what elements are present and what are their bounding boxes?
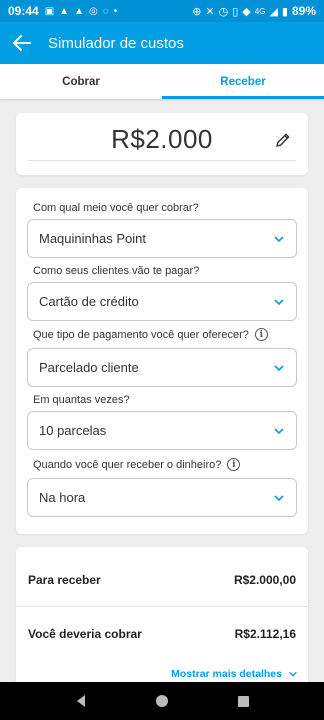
charge-row: Você deveria cobrar R$2.112,16 [28, 627, 296, 641]
chevron-down-icon [274, 428, 284, 435]
question-label: Em quantas vezes? [33, 394, 130, 406]
chevron-down-icon [274, 299, 284, 306]
amount-card: R$2.000 [16, 113, 308, 175]
alarm-icon: ◷ [218, 5, 229, 18]
tab-bar: Cobrar Receber [0, 64, 324, 99]
question-receive-time: Quando você quer receber o dinheiro? i [33, 458, 241, 471]
receive-row: Para receber R$2.000,00 [28, 573, 296, 587]
question-client-payment: Como seus clientes vão te pagar? [33, 265, 199, 277]
sync-icon: ⊕ [192, 5, 202, 18]
status-bar: 09:44 ▣ ▲ ▲ ◎ ◌ • ⊕ ✕ ◷ ▯ ◆ 4G ◢ ▮ 89% [0, 0, 324, 22]
instagram-icon: ◎ [88, 5, 98, 17]
divider [16, 606, 308, 607]
tab-receber[interactable]: Receber [162, 64, 324, 99]
back-button[interactable] [0, 22, 44, 64]
mute-icon: ✕ [205, 5, 215, 18]
show-more-label: Mostrar mais detalhes [171, 668, 282, 680]
triangle-back-icon [76, 695, 85, 707]
show-more-details-link[interactable]: Mostrar mais detalhes [171, 668, 298, 680]
dot-icon: • [113, 5, 118, 17]
info-icon[interactable]: i [227, 458, 241, 471]
battery-level: 89% [291, 4, 316, 18]
summary-card: Para receber R$2.000,00 Você deveria cob… [16, 547, 308, 687]
question-label: Como seus clientes vão te pagar? [33, 265, 200, 277]
amount-value: R$2.000 [111, 124, 213, 154]
question-label: Quando você quer receber o dinheiro? [33, 458, 222, 471]
arrow-left-icon [13, 35, 31, 51]
page-title: Simulador de custos [48, 34, 184, 52]
select-value: Maquininhas Point [39, 231, 146, 246]
info-icon[interactable]: i [254, 328, 268, 341]
nav-back-button[interactable] [61, 682, 101, 720]
question-installments: Em quantas vezes? [33, 394, 130, 406]
charge-label: Você deveria cobrar [28, 627, 142, 641]
square-recents-icon [237, 695, 249, 707]
question-payment-method: Com qual meio você quer cobrar? [33, 202, 199, 214]
select-value: Cartão de crédito [39, 294, 139, 309]
app-bar: Simulador de custos [0, 22, 324, 64]
warning-icon: ▲ [74, 5, 84, 17]
nav-home-button[interactable] [142, 682, 182, 720]
pencil-icon[interactable] [274, 131, 292, 149]
status-time: 09:44 [8, 4, 39, 18]
image-icon: ▣ [44, 5, 55, 17]
notification-icons: ▣ ▲ ▲ ◎ ◌ • [45, 6, 117, 17]
select-value: 10 parcelas [39, 423, 107, 438]
question-label: Com qual meio você quer cobrar? [33, 202, 199, 214]
battery-icon: ▮ [281, 5, 288, 18]
installments-select[interactable]: 10 parcelas [27, 411, 297, 450]
vibrate-icon: ▯ [232, 5, 239, 18]
chevron-down-icon [274, 495, 284, 502]
circle-home-icon [155, 695, 168, 707]
whatsapp-icon: ◌ [102, 5, 109, 17]
wifi-icon: ◆ [242, 5, 251, 18]
payment-type-select[interactable]: Parcelado cliente [27, 348, 297, 387]
question-label: Que tipo de pagamento você quer oferecer… [33, 328, 249, 341]
payment-options-card: Com qual meio você quer cobrar? Maquinin… [16, 188, 308, 534]
receive-label: Para receber [28, 573, 101, 587]
select-value: Na hora [39, 490, 86, 505]
amount-field[interactable]: R$2.000 [28, 119, 296, 161]
network-label: 4G [254, 6, 266, 16]
status-right: ⊕ ✕ ◷ ▯ ◆ 4G ◢ ▮ 89% [192, 4, 316, 18]
signal-icon: ◢ [269, 5, 278, 18]
payment-method-select[interactable]: Maquininhas Point [27, 219, 297, 258]
receive-time-select[interactable]: Na hora [27, 478, 297, 517]
receive-value: R$2.000,00 [233, 573, 296, 587]
chevron-down-icon [274, 236, 284, 243]
chevron-down-icon [274, 365, 284, 372]
system-nav-bar [0, 682, 324, 720]
nav-recents-button[interactable] [223, 682, 263, 720]
alert-icon: ▲ [59, 5, 70, 17]
question-payment-type: Que tipo de pagamento você quer oferecer… [33, 328, 268, 341]
tab-cobrar[interactable]: Cobrar [0, 64, 162, 99]
client-payment-select[interactable]: Cartão de crédito [27, 282, 297, 321]
chevron-down-icon [289, 671, 297, 677]
charge-value: R$2.112,16 [234, 627, 296, 641]
select-value: Parcelado cliente [39, 360, 139, 375]
